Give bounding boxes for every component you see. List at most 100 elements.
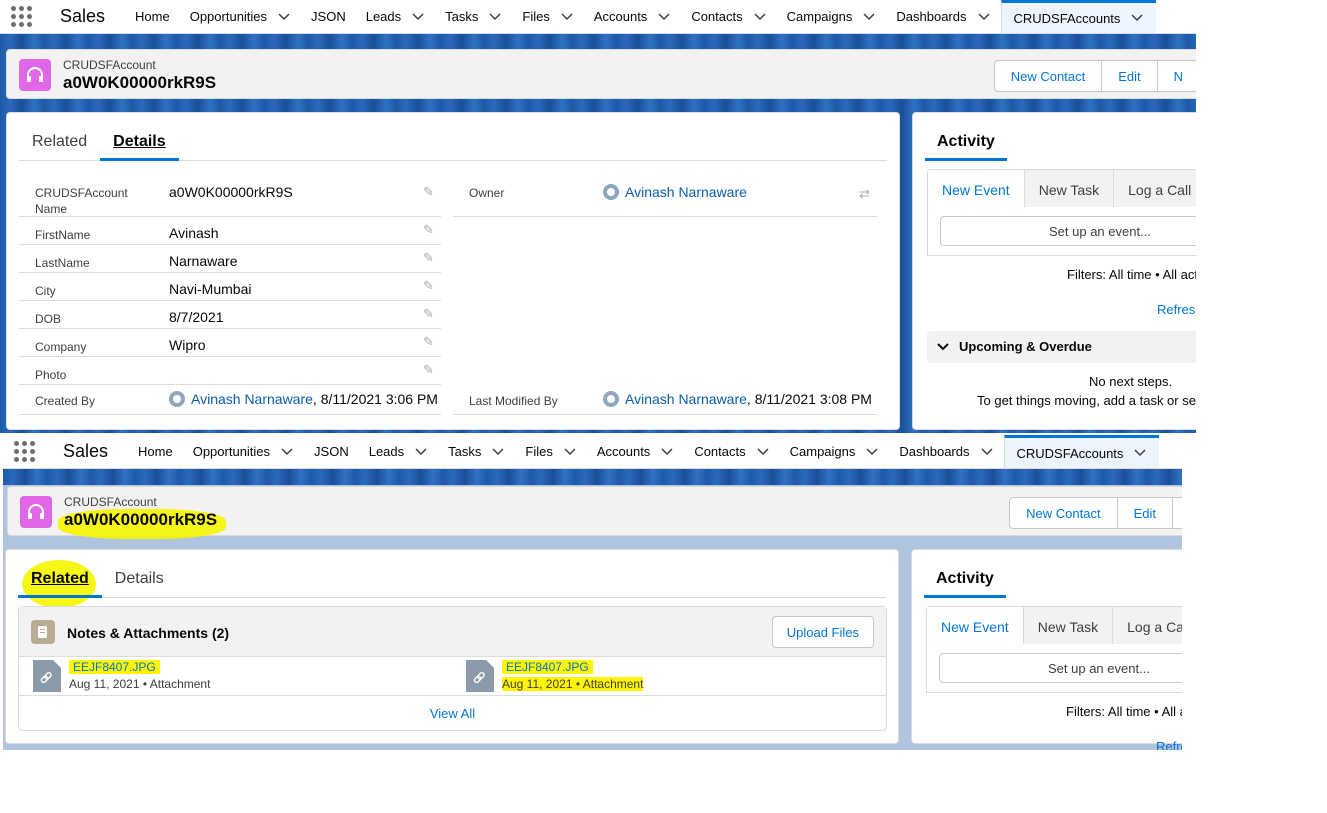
owner-link[interactable]: Avinash Narnaware — [625, 184, 747, 200]
new-contact-button[interactable]: New Contact — [993, 60, 1103, 92]
file-name-link[interactable]: EEJF8407.JPG — [69, 660, 160, 674]
pencil-icon[interactable]: ✎ — [423, 363, 437, 377]
nav-item-accounts[interactable]: Accounts — [584, 0, 681, 33]
nav-item-leads[interactable]: Leads — [359, 435, 438, 468]
chevron-down-icon[interactable] — [660, 445, 674, 459]
modified-by-user-link[interactable]: Avinash Narnaware — [625, 391, 747, 407]
modified-by-date: , 8/11/2021 3:08 PM — [746, 391, 872, 407]
pencil-icon[interactable]: ✎ — [423, 223, 437, 237]
tab-details[interactable]: Details — [100, 125, 179, 161]
view-all-link[interactable]: View All — [19, 695, 886, 731]
activity-title[interactable]: Activity — [925, 125, 1007, 161]
nav-item-accounts[interactable]: Accounts — [587, 435, 684, 468]
nav-item-json[interactable]: JSON — [301, 0, 356, 33]
activity-filters[interactable]: Filters: All time • All a — [1066, 704, 1182, 719]
tab-new-event[interactable]: New Event — [927, 607, 1024, 644]
chevron-down-icon[interactable] — [414, 445, 428, 459]
nav-item-opportunities[interactable]: Opportunities — [183, 435, 304, 468]
more-actions-button[interactable] — [1173, 497, 1182, 529]
notes-title[interactable]: Notes & Attachments (2) — [67, 625, 229, 641]
chevron-down-icon[interactable] — [753, 10, 767, 24]
notes-header: Notes & Attachments (2) Upload Files — [19, 607, 886, 657]
chevron-down-icon[interactable] — [563, 445, 577, 459]
nav-item-label: Contacts — [694, 444, 746, 459]
nav-item-files[interactable]: Files — [512, 0, 583, 33]
nav-item-leads[interactable]: Leads — [356, 0, 435, 33]
setup-event-input[interactable]: Set up an event... — [940, 216, 1196, 246]
file-date: Aug 11, 2021 — [502, 677, 573, 691]
upload-files-button[interactable]: Upload Files — [771, 616, 874, 648]
pencil-icon[interactable]: ✎ — [423, 335, 437, 349]
nav-item-tasks[interactable]: Tasks — [435, 0, 512, 33]
nav-item-contacts[interactable]: Contacts — [681, 0, 776, 33]
chevron-down-icon[interactable] — [560, 10, 574, 24]
chevron-down-icon[interactable] — [756, 445, 770, 459]
chevron-down-icon[interactable] — [1133, 446, 1147, 460]
chevron-down-icon[interactable] — [865, 445, 879, 459]
headset-icon — [19, 59, 51, 91]
chevron-down-icon[interactable] — [1130, 11, 1144, 25]
chevron-down-icon[interactable] — [657, 10, 671, 24]
new-contact-button[interactable]: New Contact — [1009, 497, 1118, 529]
nav-item-dashboards[interactable]: Dashboards — [889, 435, 1003, 468]
edit-button[interactable]: Edit — [1102, 60, 1158, 92]
app-launcher[interactable] — [3, 435, 47, 468]
created-by-user-link[interactable]: Avinash Narnaware — [191, 391, 313, 407]
avatar — [603, 184, 619, 200]
chevron-down-icon[interactable] — [491, 445, 505, 459]
nav-item-crudsfaccounts[interactable]: CRUDSFAccounts — [1000, 0, 1157, 33]
nav-item-campaigns[interactable]: Campaigns — [780, 435, 890, 468]
attachment-icon — [33, 660, 61, 692]
chevron-down-icon[interactable] — [980, 445, 994, 459]
tab-new-task[interactable]: New Task — [1024, 607, 1114, 644]
change-owner-icon[interactable]: ⇄ — [859, 187, 873, 201]
nav-item-json[interactable]: JSON — [304, 435, 359, 468]
nav-item-tasks[interactable]: Tasks — [438, 435, 515, 468]
file-name-link[interactable]: EEJF8407.JPG — [502, 660, 593, 674]
nav-item-dashboards[interactable]: Dashboards — [886, 0, 1000, 33]
tab-related[interactable]: Related — [19, 125, 100, 161]
setup-event-input[interactable]: Set up an event... — [939, 653, 1182, 683]
chevron-down-icon[interactable] — [277, 10, 291, 24]
nav-item-home[interactable]: Home — [125, 0, 180, 33]
field-owner: Owner Avinash Narnaware ⇄ — [453, 179, 877, 217]
activity-title[interactable]: Activity — [924, 562, 1006, 598]
tab-new-task[interactable]: New Task — [1025, 170, 1115, 207]
list-item[interactable]: EEJF8407.JPG Aug 11, 2021 • Attachment — [466, 660, 866, 694]
tab-details[interactable]: Details — [102, 562, 177, 598]
pencil-icon[interactable]: ✎ — [423, 185, 437, 199]
activity-tabs: New Event New Task Log a Call — [927, 169, 1196, 207]
nav-item-label: CRUDSFAccounts — [1016, 445, 1124, 461]
more-action-button[interactable]: N — [1157, 60, 1196, 92]
upcoming-overdue-section[interactable]: Upcoming & Overdue — [927, 331, 1196, 363]
pencil-icon[interactable]: ✎ — [423, 307, 437, 321]
avatar — [169, 391, 185, 407]
chevron-down-icon[interactable] — [862, 10, 876, 24]
pencil-icon[interactable]: ✎ — [423, 251, 437, 265]
refresh-link[interactable]: Refre — [1156, 739, 1182, 750]
record-header: CRUDSFAccount a0W0K00000rkR9S New Contac… — [7, 486, 1182, 539]
refresh-link[interactable]: Refresh — [1157, 302, 1196, 317]
chevron-down-icon[interactable] — [977, 10, 991, 24]
tab-new-event[interactable]: New Event — [928, 170, 1025, 207]
activity-filters[interactable]: Filters: All time • All act — [1067, 267, 1196, 282]
field-label: CRUDSFAccount Name — [35, 186, 128, 216]
screenshot-related-view: Sales Home Opportunities JSON Leads Task… — [3, 435, 1182, 750]
edit-button[interactable]: Edit — [1117, 497, 1173, 529]
pencil-icon[interactable]: ✎ — [423, 279, 437, 293]
tab-related[interactable]: Related — [18, 562, 102, 598]
chevron-down-icon[interactable] — [488, 10, 502, 24]
nav-item-contacts[interactable]: Contacts — [684, 435, 779, 468]
nav-item-opportunities[interactable]: Opportunities — [180, 0, 301, 33]
tab-log-a-call[interactable]: Log a Call — [1114, 170, 1196, 207]
nav-item-crudsfaccounts[interactable]: CRUDSFAccounts — [1003, 435, 1160, 468]
nav-item-home[interactable]: Home — [128, 435, 183, 468]
nav-item-campaigns[interactable]: Campaigns — [777, 0, 887, 33]
avatar — [603, 391, 619, 407]
list-item[interactable]: EEJF8407.JPG Aug 11, 2021 • Attachment — [33, 660, 433, 694]
tab-log-a-call[interactable]: Log a Call — [1113, 607, 1182, 644]
app-launcher[interactable] — [0, 0, 44, 33]
chevron-down-icon[interactable] — [280, 445, 294, 459]
nav-item-files[interactable]: Files — [515, 435, 586, 468]
chevron-down-icon[interactable] — [411, 10, 425, 24]
